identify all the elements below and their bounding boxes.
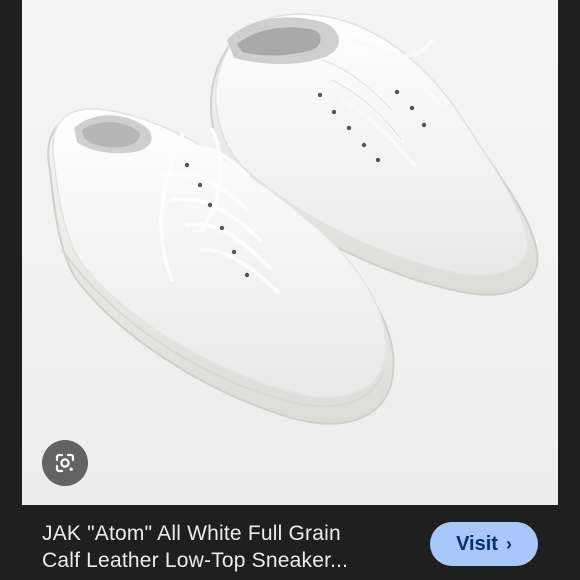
product-image[interactable] <box>22 0 558 505</box>
google-lens-icon <box>55 453 75 473</box>
sneakers-illustration <box>47 13 539 425</box>
result-title-line-1: JAK "Atom" All White Full Grain <box>42 522 341 545</box>
visit-button[interactable]: Visit › <box>430 522 538 566</box>
chevron-right-icon: › <box>505 534 512 554</box>
result-title-line-2: Calf Leather Low-Top Sneaker... <box>42 549 349 572</box>
image-result-card: JAK "Atom" All White Full Grain Calf Lea… <box>0 0 580 580</box>
visit-button-label: Visit <box>456 532 498 555</box>
google-lens-button[interactable] <box>42 440 88 486</box>
result-caption-bar: JAK "Atom" All White Full Grain Calf Lea… <box>22 505 558 580</box>
result-title[interactable]: JAK "Atom" All White Full Grain Calf Lea… <box>42 520 422 574</box>
